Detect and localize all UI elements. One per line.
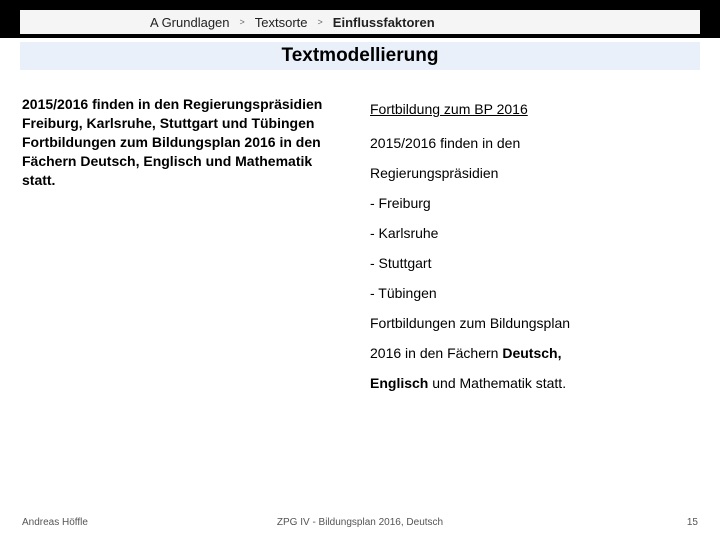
footer-page-number: 15	[687, 517, 698, 528]
footer-author: Andreas Höffle	[22, 517, 88, 528]
right-bullet: - Stuttgart	[370, 249, 698, 277]
breadcrumb-level-2: Textsorte	[255, 15, 308, 30]
left-paragraph: 2015/2016 finden in den Regierungspräsid…	[22, 95, 342, 189]
right-line: Fortbildungen zum Bildungsplan	[370, 309, 698, 337]
text-bold: Deutsch,	[502, 345, 561, 361]
breadcrumb: A Grundlagen > Textsorte > Einflussfakto…	[20, 10, 700, 34]
left-column: 2015/2016 finden in den Regierungspräsid…	[22, 95, 342, 399]
text-fragment: 2016 in den Fächern	[370, 345, 502, 361]
right-column: Fortbildung zum BP 2016 2015/2016 finden…	[370, 95, 698, 399]
breadcrumb-level-3: Einflussfaktoren	[333, 15, 435, 30]
right-line: Regierungspräsidien	[370, 159, 698, 187]
text-bold: Englisch	[370, 375, 428, 391]
breadcrumb-separator: >	[240, 17, 245, 27]
content-area: 2015/2016 finden in den Regierungspräsid…	[22, 95, 698, 399]
breadcrumb-separator: >	[318, 17, 323, 27]
text-fragment: und Mathematik statt.	[428, 375, 566, 391]
slide-title: Textmodellierung	[20, 42, 700, 70]
right-heading: Fortbildung zum BP 2016	[370, 95, 698, 123]
footer-center: ZPG IV - Bildungsplan 2016, Deutsch	[0, 517, 720, 528]
right-bullet: - Freiburg	[370, 189, 698, 217]
slide-title-text: Textmodellierung	[282, 45, 439, 67]
right-line: 2016 in den Fächern Deutsch,	[370, 339, 698, 367]
right-bullet: - Karlsruhe	[370, 219, 698, 247]
right-line: Englisch und Mathematik statt.	[370, 369, 698, 397]
footer: Andreas Höffle ZPG IV - Bildungsplan 201…	[0, 517, 720, 528]
right-bullet: - Tübingen	[370, 279, 698, 307]
right-line: 2015/2016 finden in den	[370, 129, 698, 157]
slide: A Grundlagen > Textsorte > Einflussfakto…	[0, 0, 720, 540]
breadcrumb-level-1: A Grundlagen	[150, 15, 230, 30]
